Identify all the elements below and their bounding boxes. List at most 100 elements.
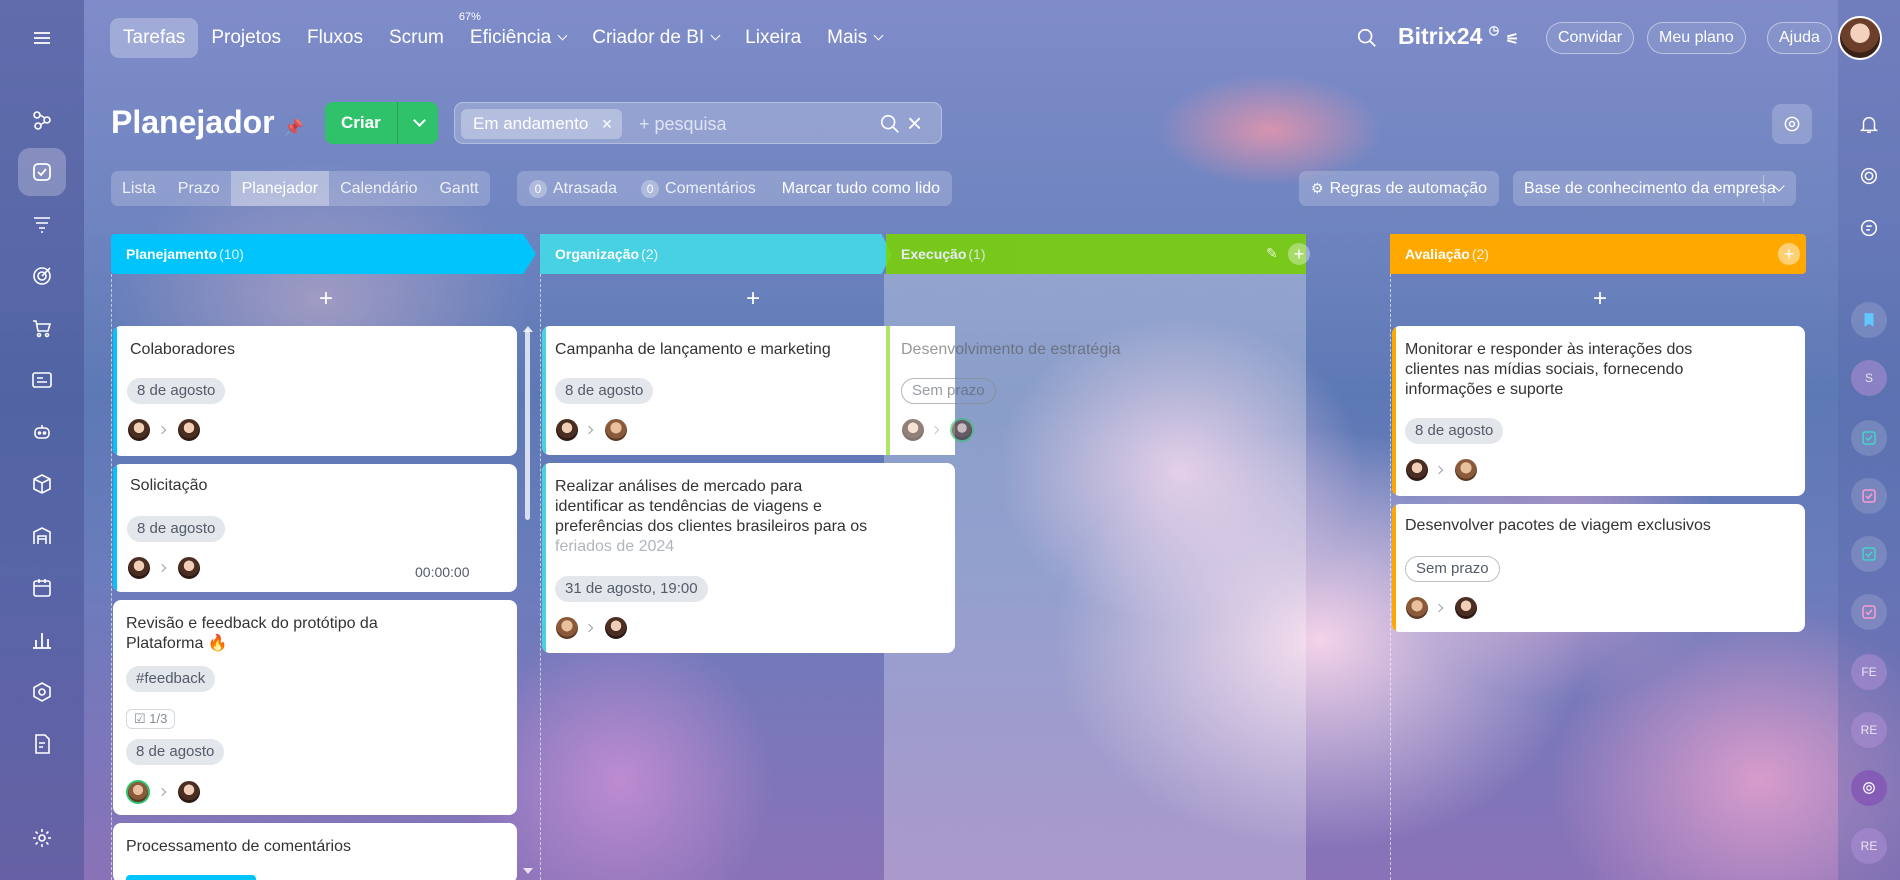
task-title[interactable]: Desenvolver pacotes de viagem exclusivos bbox=[1405, 516, 1711, 536]
search-icon[interactable] bbox=[879, 113, 901, 140]
deadline-badge[interactable]: 31 de agosto, 19:00 bbox=[555, 576, 708, 602]
add-column-icon[interactable]: + bbox=[1778, 243, 1800, 265]
card-icon[interactable] bbox=[18, 356, 66, 404]
task-title[interactable]: preferências dos clientes brasileiros pa… bbox=[555, 517, 867, 537]
cart-icon[interactable] bbox=[18, 304, 66, 352]
add-task-icon[interactable]: + bbox=[1588, 287, 1612, 311]
deadline-badge[interactable]: 8 de agosto bbox=[127, 516, 226, 542]
avatar[interactable] bbox=[950, 418, 974, 442]
chevron-down-icon[interactable] bbox=[413, 114, 426, 127]
filter-tag[interactable]: Em andamento × bbox=[461, 109, 623, 139]
crm-icon[interactable] bbox=[18, 96, 66, 144]
tab-prazo[interactable]: Prazo bbox=[167, 171, 231, 206]
task-card[interactable]: Monitorar e responder às interações dos … bbox=[1392, 326, 1805, 496]
avatar[interactable] bbox=[126, 780, 150, 804]
calendar-icon[interactable] bbox=[18, 564, 66, 612]
tab-planejador[interactable]: Planejador bbox=[230, 171, 330, 206]
task-card[interactable]: Desenvolvimento de estratégia Sem prazo bbox=[886, 326, 1286, 455]
avatar[interactable] bbox=[604, 616, 628, 640]
task-card[interactable]: Colaboradores 8 de agosto bbox=[113, 326, 517, 456]
user-avatar[interactable] bbox=[1838, 16, 1882, 60]
chat-avatar-s[interactable]: S bbox=[1851, 360, 1887, 396]
help-button[interactable]: Ajuda bbox=[1767, 22, 1832, 54]
search-input[interactable]: + pesquisa bbox=[639, 103, 727, 145]
invite-button[interactable]: Convidar bbox=[1546, 22, 1635, 54]
deadline-badge[interactable]: 8 de agosto bbox=[127, 378, 226, 404]
my-plan-button[interactable]: Meu plano bbox=[1647, 22, 1746, 54]
funnel-icon[interactable] bbox=[18, 200, 66, 248]
nav-lixeira[interactable]: Lixeira bbox=[732, 18, 814, 58]
task-title[interactable]: clientes nas mídias sociais, fornecendo bbox=[1405, 360, 1683, 380]
avatar[interactable] bbox=[127, 418, 151, 442]
knowledge-base-select[interactable]: Base de conhecimento da empresa bbox=[1513, 171, 1796, 206]
avatar[interactable] bbox=[901, 418, 925, 442]
nav-scrum[interactable]: Scrum bbox=[376, 18, 457, 58]
close-icon[interactable]: × bbox=[907, 108, 922, 139]
column-header-organizacao[interactable]: Organização (2) bbox=[540, 234, 892, 274]
nav-fluxos[interactable]: Fluxos bbox=[294, 18, 376, 58]
nav-mais[interactable]: Mais bbox=[814, 18, 895, 58]
avatar[interactable] bbox=[177, 418, 201, 442]
overdue-counter[interactable]: 0 Atrasada bbox=[529, 179, 617, 198]
edit-icon[interactable]: ✎ bbox=[1266, 245, 1278, 262]
warehouse-icon[interactable] bbox=[18, 512, 66, 560]
search-filter[interactable]: Em andamento × + pesquisa × bbox=[454, 102, 942, 144]
task-chat-icon[interactable] bbox=[1851, 594, 1887, 630]
nav-eficiencia[interactable]: 67% Eficiência bbox=[457, 11, 579, 58]
task-title[interactable]: feriados de 2024 bbox=[555, 537, 674, 557]
avatar[interactable] bbox=[1405, 596, 1429, 620]
create-button[interactable]: Criar bbox=[325, 102, 438, 144]
deadline-badge[interactable]: 8 de agosto bbox=[555, 378, 654, 404]
checklist-badge[interactable]: ☑ 1/3 bbox=[126, 709, 176, 729]
chat-icon[interactable] bbox=[1851, 210, 1887, 246]
hexagon-icon[interactable] bbox=[18, 668, 66, 716]
settings-button[interactable] bbox=[1772, 104, 1812, 144]
task-card[interactable]: Realizar análises de mercado para identi… bbox=[542, 463, 955, 653]
scroll-up-arrow[interactable] bbox=[523, 326, 533, 332]
deadline-badge[interactable]: 8 de agosto bbox=[1405, 418, 1504, 444]
task-title[interactable]: Solicitação bbox=[130, 476, 207, 496]
task-title[interactable]: Colaboradores bbox=[130, 340, 235, 360]
scroll-down-arrow[interactable] bbox=[523, 868, 533, 874]
tab-gantt[interactable]: Gantt bbox=[428, 171, 489, 206]
avatar[interactable] bbox=[1405, 458, 1429, 482]
task-chat-icon[interactable] bbox=[1851, 536, 1887, 572]
column-scrollbar[interactable] bbox=[525, 330, 530, 520]
task-title[interactable]: Desenvolvimento de estratégia bbox=[901, 340, 1121, 360]
add-task-icon[interactable]: + bbox=[314, 287, 338, 311]
avatar[interactable] bbox=[177, 780, 201, 804]
automation-rules-button[interactable]: ⚙ Regras de automação bbox=[1299, 171, 1499, 206]
chat-avatar-re[interactable]: RE bbox=[1851, 828, 1887, 864]
pin-icon[interactable]: 📌 bbox=[284, 120, 304, 137]
column-header-execucao[interactable]: Execução (1) bbox=[886, 234, 1306, 274]
task-title[interactable]: Realizar análises de mercado para bbox=[555, 477, 802, 497]
task-title[interactable]: informações e suporte bbox=[1405, 380, 1563, 400]
column-header-planejamento[interactable]: Planejamento (10) bbox=[111, 234, 536, 274]
chat-avatar-fe[interactable]: FE bbox=[1851, 654, 1887, 690]
task-title[interactable]: identificar as tendências de viagens e bbox=[555, 497, 822, 517]
comments-counter[interactable]: 0 Comentários bbox=[641, 179, 756, 198]
group-chat-icon[interactable] bbox=[1851, 770, 1887, 806]
task-chat-icon[interactable] bbox=[1851, 420, 1887, 456]
add-column-icon[interactable]: + bbox=[1288, 243, 1310, 265]
search-icon[interactable] bbox=[1356, 27, 1378, 54]
chat-avatar-re[interactable]: RE bbox=[1851, 712, 1887, 748]
avatar[interactable] bbox=[555, 418, 579, 442]
nav-projetos[interactable]: Projetos bbox=[198, 18, 294, 58]
bitrix24-logo[interactable]: Bitrix24 ◷ ⚟ bbox=[1398, 23, 1519, 50]
avatar[interactable] bbox=[604, 418, 628, 442]
column-header-avaliacao[interactable]: Avaliação (2) bbox=[1390, 234, 1806, 274]
bookmark-icon[interactable] bbox=[1851, 302, 1887, 338]
task-card[interactable]: Desenvolver pacotes de viagem exclusivos… bbox=[1392, 504, 1805, 632]
nav-criador-bi[interactable]: Criador de BI bbox=[579, 18, 732, 58]
avatar[interactable] bbox=[555, 616, 579, 640]
hashtag-badge[interactable]: #feedback bbox=[126, 666, 216, 692]
task-card[interactable]: Processamento de comentários bbox=[113, 823, 517, 880]
task-card[interactable]: Solicitação 8 de agosto 00:00:00 bbox=[113, 464, 517, 592]
tasks-icon[interactable] bbox=[18, 148, 66, 196]
tab-lista[interactable]: Lista bbox=[111, 171, 167, 206]
copilot-icon[interactable] bbox=[1851, 158, 1887, 194]
target-icon[interactable] bbox=[18, 252, 66, 300]
add-task-icon[interactable]: + bbox=[741, 287, 765, 311]
avatar[interactable] bbox=[127, 556, 151, 580]
